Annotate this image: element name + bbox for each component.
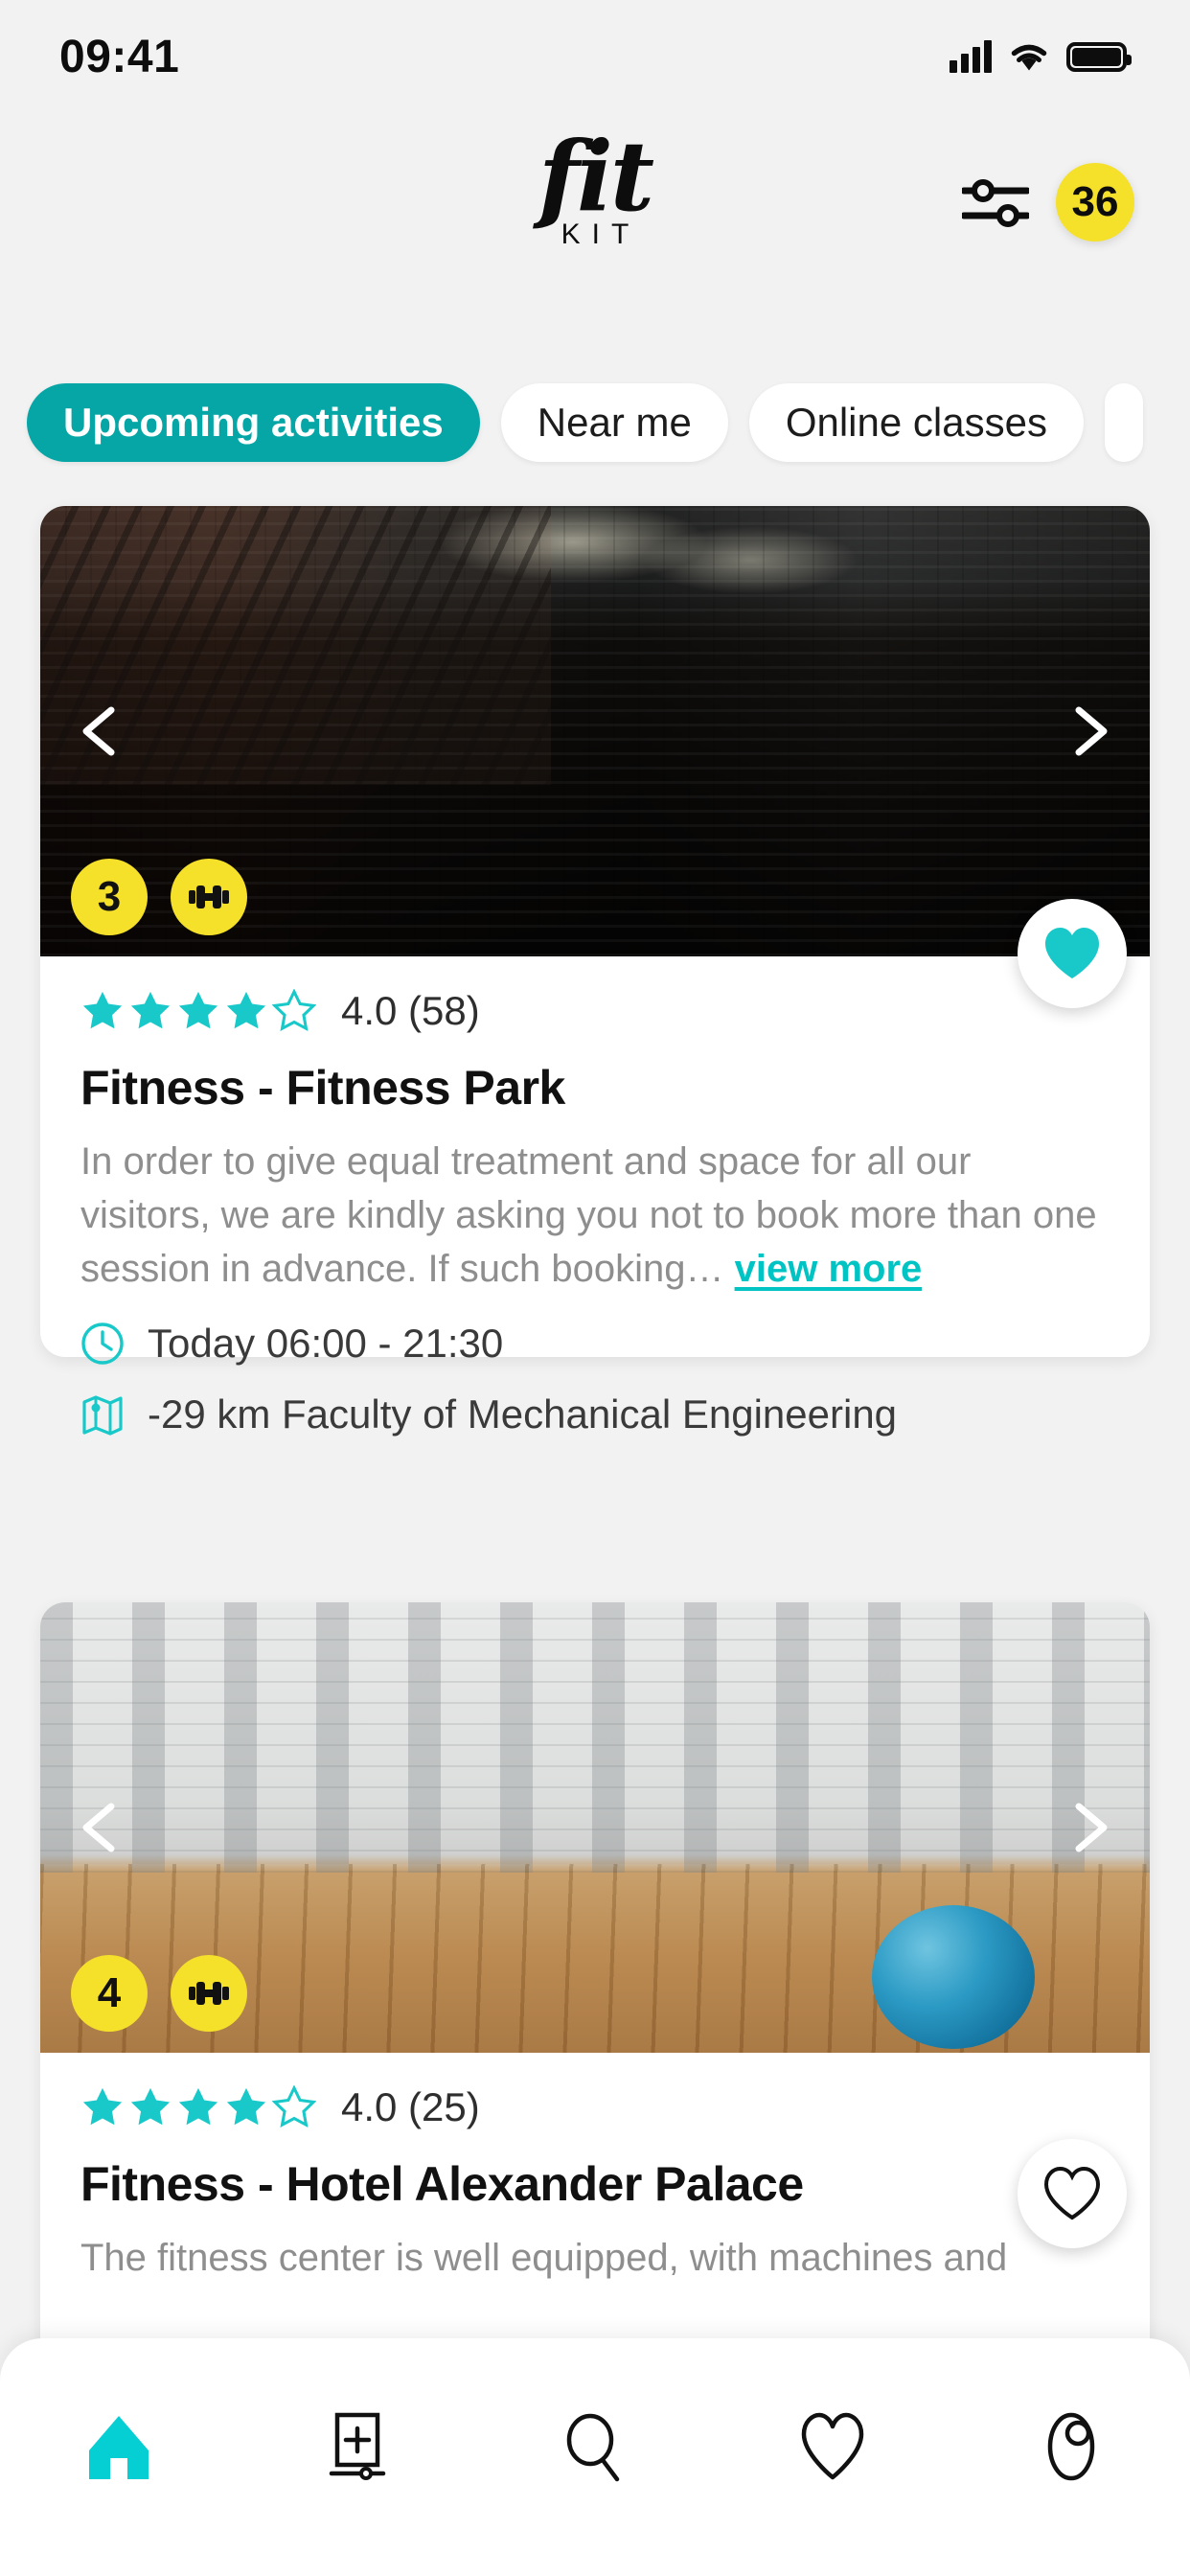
activity-title: Fitness - Fitness Park (80, 1061, 565, 1115)
nav-search[interactable] (538, 2404, 652, 2492)
nav-favorites[interactable] (775, 2404, 890, 2492)
view-more-link[interactable]: view more (735, 1248, 923, 1290)
status-time: 09:41 (59, 31, 180, 82)
category-tabs[interactable]: Upcoming activities Near me Online class… (0, 379, 1190, 467)
app-header: fit KIT 36 (0, 113, 1190, 295)
favorite-button[interactable] (1018, 899, 1127, 1008)
star-rating (80, 989, 316, 1033)
header-actions: 36 (962, 163, 1134, 242)
cellular-signal-icon (950, 40, 992, 73)
filter-sliders-icon[interactable] (962, 174, 1029, 230)
profile-icon (1047, 2412, 1094, 2481)
notification-count-badge[interactable]: 36 (1056, 163, 1134, 242)
chevron-right-icon[interactable] (1058, 701, 1119, 762)
dumbbell-icon[interactable] (171, 1955, 247, 2032)
rating-value: 4.0 (58) (341, 988, 480, 1033)
activity-description: In order to give equal treatment and spa… (80, 1135, 1110, 1296)
activity-card[interactable]: 3 4.0 (58) Fitness - Fitness Park In ord… (40, 506, 1150, 1437)
photo-count-badge[interactable]: 3 (71, 859, 148, 935)
activity-photo-carousel[interactable]: 4 (40, 1602, 1150, 2053)
photo-badges: 3 (71, 859, 247, 935)
star-filled-icon (226, 2087, 266, 2126)
heart-outline-icon (1043, 2166, 1101, 2220)
clock-icon (81, 1322, 124, 1365)
star-outline-icon (272, 989, 316, 1032)
chevron-left-icon[interactable] (71, 1797, 132, 1858)
activity-card-body: 4.0 (25) Fitness - Hotel Alexander Palac… (40, 2053, 1150, 2285)
star-rating (80, 2085, 316, 2129)
app-screen: 09:41 fit KIT 36 Upcoming activities Nea… (0, 0, 1190, 2576)
photo-count-badge[interactable]: 4 (71, 1955, 148, 2032)
chevron-left-icon[interactable] (71, 701, 132, 762)
dumbbell-icon[interactable] (171, 859, 247, 935)
star-filled-icon (178, 991, 218, 1029)
tab-online-classes[interactable]: Online classes (748, 383, 1084, 462)
tab-upcoming-activities[interactable]: Upcoming activities (27, 383, 480, 462)
wifi-icon (1011, 44, 1047, 70)
description-text: In order to give equal treatment and spa… (80, 1140, 1097, 1290)
status-bar: 09:41 (0, 0, 1190, 113)
location-row: -29 km Faculty of Mechanical Engineering (80, 1392, 1110, 1438)
rating-value: 4.0 (25) (341, 2084, 480, 2129)
map-icon (82, 1395, 123, 1436)
search-icon (566, 2413, 620, 2482)
exercise-ball (872, 1905, 1035, 2049)
favorite-button[interactable] (1018, 2139, 1127, 2248)
star-filled-icon (178, 2087, 218, 2126)
activity-title: Fitness - Hotel Alexander Palace (80, 2157, 804, 2211)
rating-row: 4.0 (25) (80, 2078, 1110, 2137)
star-filled-icon (130, 2087, 171, 2126)
star-filled-icon (82, 2087, 123, 2126)
rating-row: 4.0 (58) (80, 981, 1110, 1041)
schedule-row: Today 06:00 - 21:30 (80, 1321, 1110, 1367)
activity-description: The fitness center is well equipped, wit… (80, 2237, 1008, 2279)
star-outline-icon (272, 2085, 316, 2128)
nav-home[interactable] (61, 2404, 176, 2492)
star-filled-icon (226, 991, 266, 1029)
location-text: -29 km Faculty of Mechanical Engineering (148, 1392, 898, 1437)
add-activity-icon (329, 2412, 385, 2480)
nav-add-activity[interactable] (300, 2404, 415, 2492)
schedule-text: Today 06:00 - 21:30 (148, 1321, 504, 1366)
heart-icon (802, 2412, 864, 2480)
activity-card[interactable]: 4 4.0 (25) Fitness - Hotel Alexander Pal… (40, 1602, 1150, 2388)
photo-badges: 4 (71, 1955, 247, 2032)
nav-profile[interactable] (1014, 2404, 1129, 2492)
battery-full-icon (1066, 41, 1132, 72)
activity-photo-carousel[interactable]: 3 (40, 506, 1150, 956)
activity-card-body: 4.0 (58) Fitness - Fitness Park In order… (40, 956, 1150, 1438)
star-filled-icon (130, 991, 171, 1029)
status-icons (950, 40, 1132, 73)
bottom-navigation[interactable] (0, 2338, 1190, 2576)
tab-near-me[interactable]: Near me (500, 383, 728, 462)
star-filled-icon (82, 991, 123, 1029)
home-icon (89, 2416, 149, 2479)
chevron-right-icon[interactable] (1058, 1797, 1119, 1858)
heart-filled-icon (1045, 928, 1099, 978)
tab-more[interactable] (1104, 383, 1143, 462)
